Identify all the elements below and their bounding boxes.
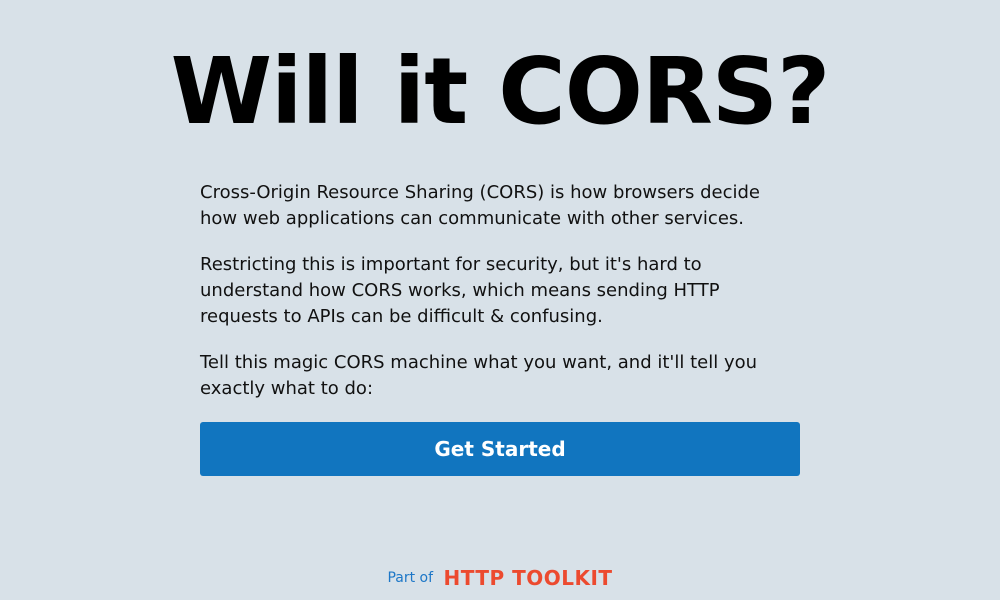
get-started-button[interactable]: Get Started xyxy=(200,422,800,476)
page-title: Will it CORS? xyxy=(170,38,831,145)
intro-paragraph-instruction: Tell this magic CORS machine what you wa… xyxy=(200,352,758,399)
footer-link[interactable]: Part of HTTP TOOLKIT xyxy=(0,566,1000,590)
part-of-label: Part of xyxy=(387,570,434,586)
landing-page: Will it CORS? Cross-Origin Resource Shar… xyxy=(0,0,1000,600)
intro-section: Cross-Origin Resource Sharing (CORS) is … xyxy=(200,180,800,476)
intro-paragraph-security: Restricting this is important for securi… xyxy=(200,254,720,327)
http-toolkit-logo[interactable]: HTTP TOOLKIT xyxy=(443,566,612,590)
intro-paragraph-cors: Cross-Origin Resource Sharing (CORS) is … xyxy=(200,182,760,229)
